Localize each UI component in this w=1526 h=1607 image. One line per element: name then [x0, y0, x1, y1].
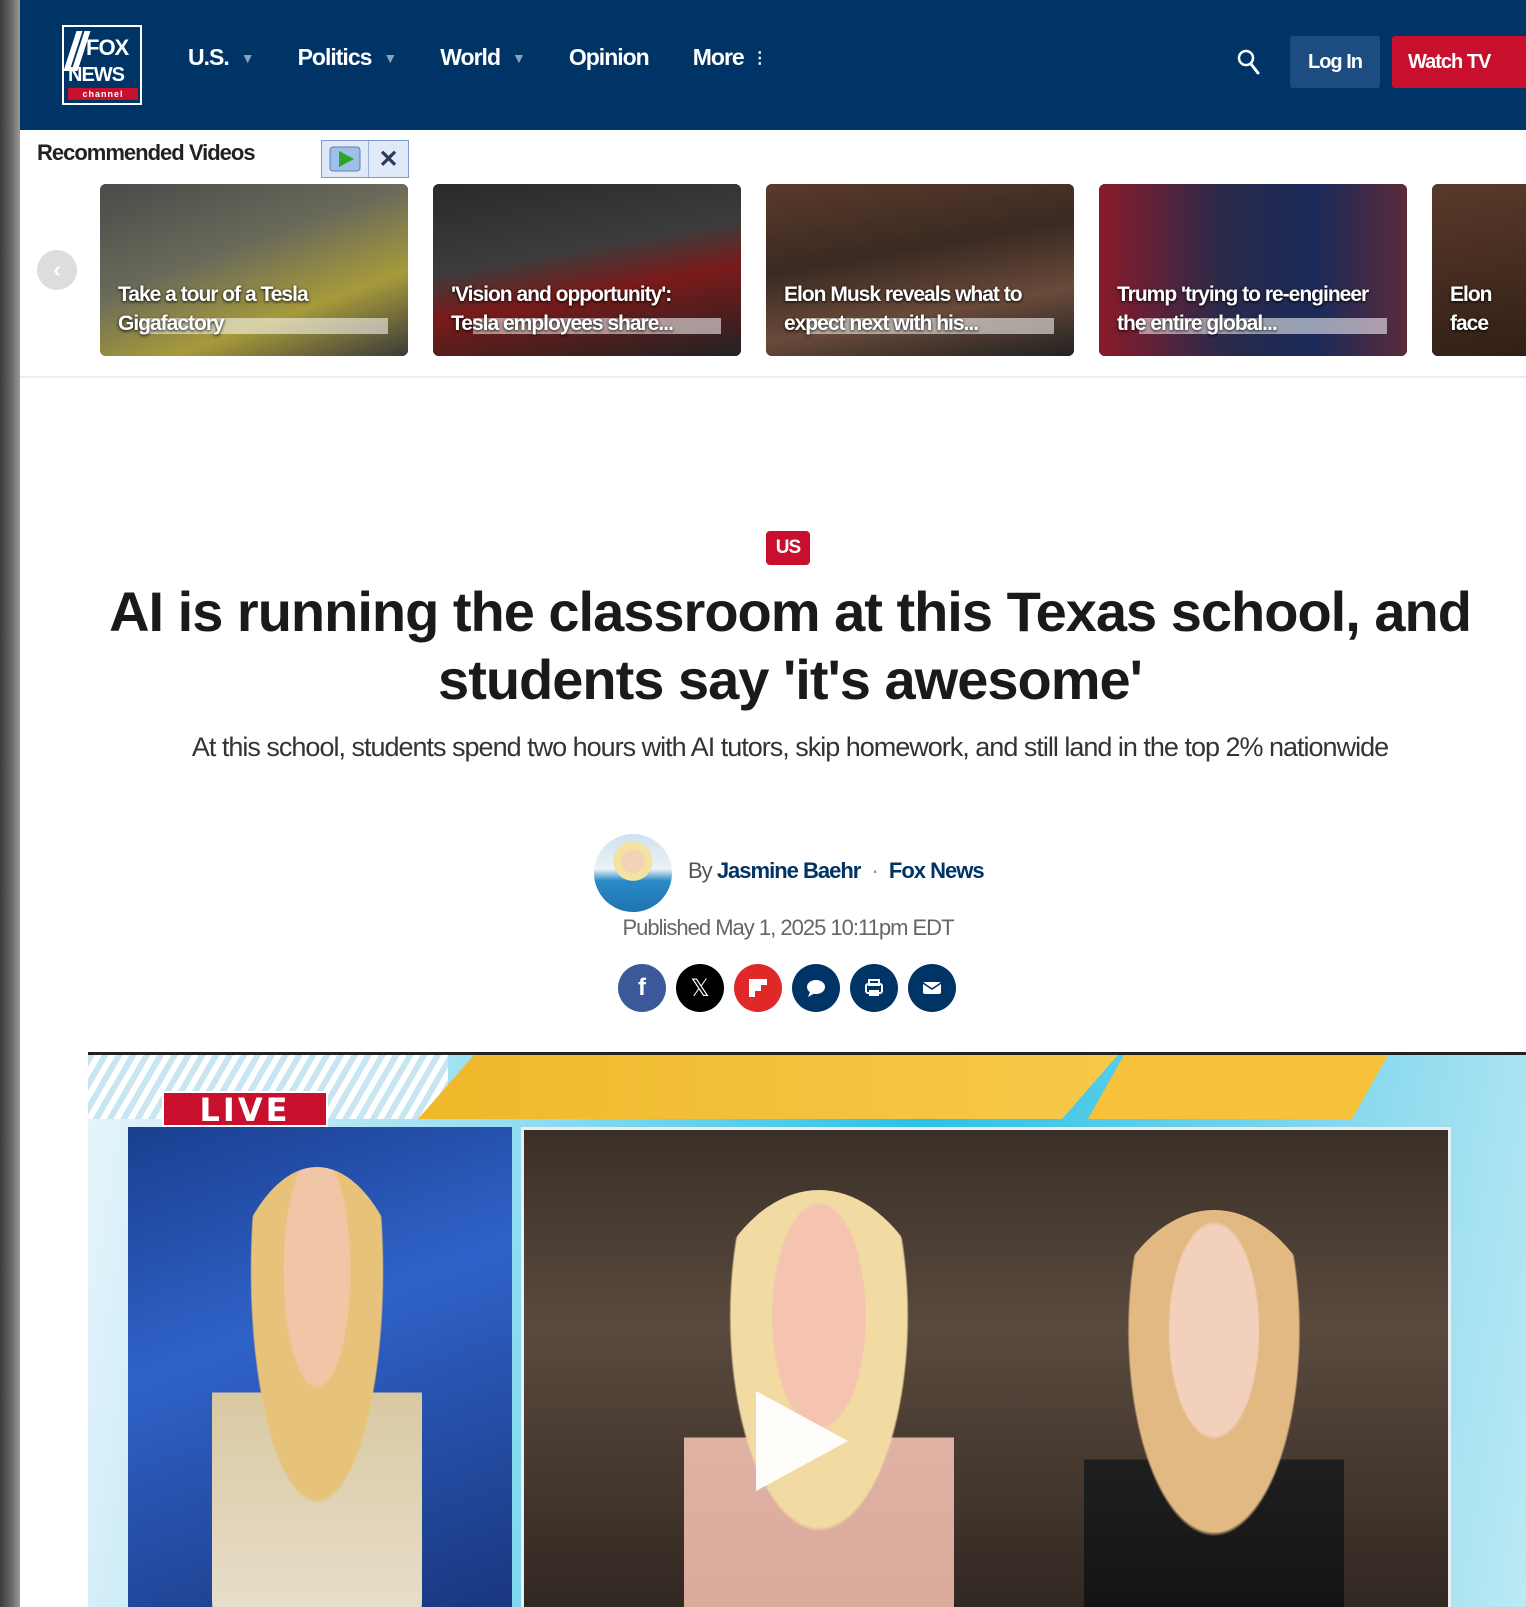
graphic-stripe — [1088, 1055, 1388, 1119]
ad-play-button[interactable] — [322, 141, 368, 177]
email-icon — [922, 982, 942, 994]
chevron-left-icon: ‹ — [53, 257, 61, 282]
video-card[interactable]: Elon face — [1432, 184, 1526, 356]
caret-down-icon: ▼ — [240, 49, 255, 66]
share-x-button[interactable]: 𝕏 — [676, 964, 724, 1012]
video-player[interactable]: LIVE — [88, 1052, 1526, 1607]
nav-item-world[interactable]: World ▼ — [440, 44, 526, 71]
anchor-figure — [212, 1167, 422, 1607]
published-date: Published May 1, 2025 10:11pm EDT — [622, 915, 954, 940]
login-button[interactable]: Log In — [1290, 36, 1380, 88]
caret-down-icon: ▼ — [512, 49, 526, 66]
fox-news-logo[interactable]: FOX NEWS channel — [62, 25, 142, 105]
video-card[interactable]: Trump 'trying to re-engineer the entire … — [1099, 184, 1407, 356]
nav-item-label: World — [440, 44, 501, 70]
nav-item-label: More — [692, 44, 745, 70]
play-icon[interactable] — [756, 1391, 848, 1491]
carousel-prev-button[interactable]: ‹ — [37, 250, 77, 290]
recommended-videos-title: Recommended Videos — [37, 140, 256, 165]
caret-down-icon: ▼ — [383, 49, 397, 66]
graphic-stripe — [418, 1055, 1118, 1119]
search-icon[interactable] — [1236, 48, 1260, 76]
comment-bubble-icon — [807, 980, 825, 997]
video-card[interactable]: 'Vision and opportunity': Tesla employee… — [433, 184, 741, 356]
nav-item-opinion[interactable]: Opinion — [568, 44, 650, 71]
nav-item-label: U.S. — [188, 44, 230, 70]
watch-tv-button[interactable]: Watch TV — [1392, 36, 1526, 88]
video-card[interactable]: Elon Musk reveals what to expect next wi… — [766, 184, 1074, 356]
print-icon — [865, 979, 883, 996]
play-icon — [329, 146, 361, 172]
x-icon: 𝕏 — [690, 974, 710, 1002]
live-badge: LIVE — [162, 1091, 328, 1127]
email-button[interactable] — [908, 964, 956, 1012]
share-flipboard-button[interactable] — [734, 964, 782, 1012]
nav-item-label: Politics — [297, 44, 373, 70]
video-card-title: Trump 'trying to re-engineer the entire … — [1117, 283, 1369, 335]
ad-controls: ✕ — [321, 140, 409, 178]
nav-links: U.S. ▼ Politics ▼ World ▼ Opinion More ⋮ — [188, 44, 811, 71]
section-divider — [20, 376, 1526, 378]
nav-item-politics[interactable]: Politics ▼ — [297, 44, 398, 71]
author-avatar[interactable] — [594, 834, 672, 912]
video-card-title: Take a tour of a Tesla Gigafactory — [118, 283, 309, 335]
nav-item-us[interactable]: U.S. ▼ — [188, 44, 255, 71]
video-card-title: Elon face — [1450, 283, 1493, 335]
byline-prefix: By — [688, 858, 713, 883]
share-buttons: f 𝕏 — [618, 964, 956, 1012]
video-card-title: Elon Musk reveals what to expect next wi… — [784, 283, 1023, 335]
nav-item-label: Opinion — [568, 44, 650, 70]
window-edge — [0, 0, 20, 1607]
comments-button[interactable] — [792, 964, 840, 1012]
close-icon: ✕ — [378, 145, 399, 173]
top-navigation: FOX NEWS channel U.S. ▼ Politics ▼ World… — [20, 0, 1526, 130]
category-tag[interactable]: US — [766, 531, 810, 565]
article-headline: AI is running the classroom at this Texa… — [109, 580, 1472, 711]
guest-figure — [1084, 1210, 1344, 1607]
video-card[interactable]: Take a tour of a Tesla Gigafactory — [100, 184, 408, 356]
video-card-title: 'Vision and opportunity': Tesla employee… — [451, 283, 674, 335]
video-pane-guests — [521, 1127, 1451, 1607]
publisher-link[interactable]: Fox News — [889, 858, 985, 883]
byline-separator: · — [871, 858, 878, 883]
ad-close-button[interactable]: ✕ — [368, 141, 408, 177]
video-pane-anchor — [128, 1127, 512, 1607]
facebook-icon: f — [638, 974, 646, 1001]
more-dots-icon: ⋮ — [751, 49, 768, 67]
logo-text-news: NEWS — [68, 64, 125, 86]
browser-page: FOX NEWS channel U.S. ▼ Politics ▼ World… — [20, 0, 1526, 1607]
print-button[interactable] — [850, 964, 898, 1012]
share-facebook-button[interactable]: f — [618, 964, 666, 1012]
author-link[interactable]: Jasmine Baehr — [717, 858, 862, 883]
byline: By Jasmine Baehr · Fox News — [688, 858, 985, 884]
article-subheadline: At this school, students spend two hours… — [191, 732, 1389, 762]
logo-text-channel: channel — [68, 88, 138, 100]
flipboard-icon — [749, 979, 767, 997]
logo-text-fox: FOX — [86, 35, 129, 60]
nav-item-more[interactable]: More ⋮ — [692, 44, 768, 71]
